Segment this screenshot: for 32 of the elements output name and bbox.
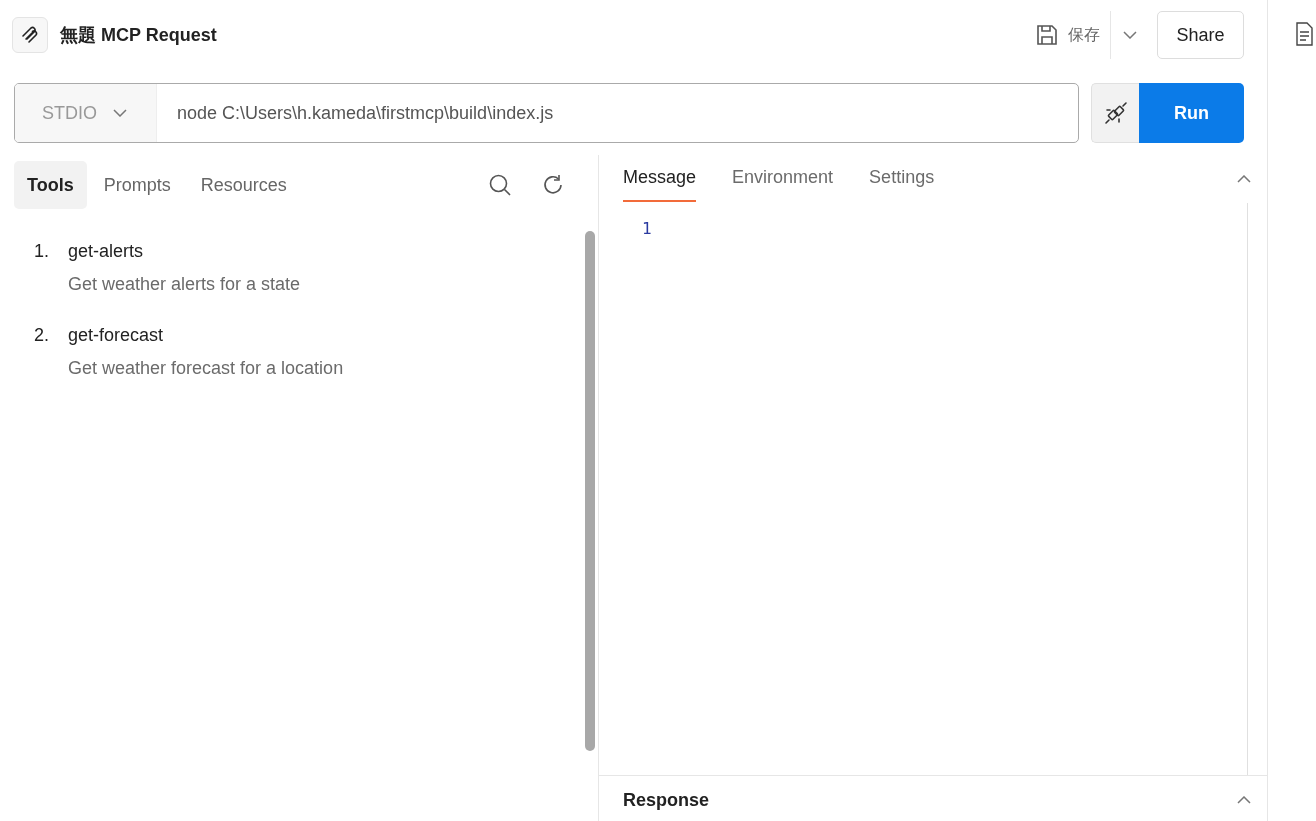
tool-name[interactable]: get-forecast — [68, 325, 598, 346]
document-icon[interactable] — [1295, 22, 1313, 46]
refresh-icon — [542, 174, 564, 196]
request-title: 無題 MCP Request — [60, 24, 218, 47]
request-tab[interactable]: Message — [623, 156, 697, 202]
panel-tab[interactable]: Prompts — [90, 161, 184, 209]
chevron-down-icon — [1123, 31, 1137, 39]
tool-description: Get weather alerts for a state — [68, 274, 302, 295]
refresh-button[interactable] — [542, 174, 564, 196]
search-button[interactable] — [488, 173, 512, 197]
line-number: 1 — [642, 219, 652, 239]
request-tab[interactable]: Settings — [869, 156, 935, 202]
list-number: 1. — [34, 241, 50, 262]
panel-tab[interactable]: Resources — [187, 161, 300, 209]
save-button[interactable]: 保存 — [1036, 11, 1110, 59]
tool-name[interactable]: get-alerts — [68, 241, 598, 262]
collapse-button[interactable] — [1237, 175, 1251, 183]
request-tab[interactable]: Environment — [732, 156, 834, 202]
tool-description: Get weather forecast for a location — [68, 358, 345, 379]
list-number: 2. — [34, 325, 50, 346]
unplugged-icon — [1103, 101, 1128, 125]
message-editor[interactable]: 1 — [599, 203, 1248, 775]
chevron-up-icon — [1237, 796, 1251, 804]
search-icon — [488, 173, 512, 197]
response-title: Response — [623, 790, 711, 811]
disconnect-button[interactable] — [1091, 83, 1139, 143]
panel-tab[interactable]: Tools — [14, 161, 87, 209]
scrollbar-thumb[interactable] — [585, 231, 595, 751]
share-button[interactable]: Share — [1157, 11, 1244, 59]
app-logo-icon — [12, 17, 48, 53]
run-button[interactable]: Run — [1139, 83, 1244, 143]
chevron-up-icon — [1237, 175, 1251, 183]
